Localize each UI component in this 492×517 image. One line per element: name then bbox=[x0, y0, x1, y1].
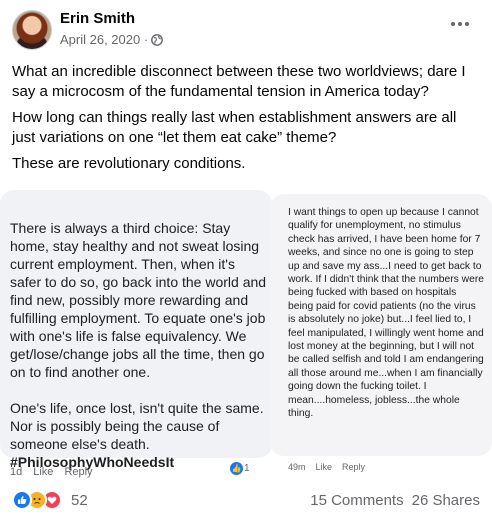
left-comment-bubble: There is always a third choice: Stay hom… bbox=[0, 190, 272, 470]
right-comment-text: I want things to open up because I canno… bbox=[288, 207, 484, 420]
left-comment-reaction-badge: 👍 1 bbox=[230, 462, 250, 475]
globe-icon bbox=[151, 33, 164, 46]
left-comment-actions: 1d Like Reply bbox=[10, 466, 93, 478]
post-paragraph-2: How long can things really last when est… bbox=[12, 109, 457, 146]
left-comment-body: There is always a third choice: Stay hom… bbox=[10, 220, 267, 452]
right-comment-like[interactable]: Like bbox=[316, 462, 333, 472]
post-date[interactable]: April 26, 2020 · bbox=[60, 32, 148, 47]
reactions-bar: 52 15 Comments 26 Shares bbox=[12, 488, 480, 512]
left-comment-like[interactable]: Like bbox=[33, 466, 53, 478]
avatar[interactable] bbox=[12, 10, 52, 50]
left-comment-time: 1d bbox=[10, 466, 23, 478]
comments-count[interactable]: 15 Comments bbox=[310, 492, 403, 509]
post-header: Erin Smith April 26, 2020 · bbox=[12, 8, 480, 52]
post-text: What an incredible disconnect between th… bbox=[12, 62, 482, 180]
post-paragraph-3: These are revolutionary conditions. bbox=[12, 155, 246, 172]
thumbs-up-icon: 👍 bbox=[230, 462, 243, 475]
reaction-count[interactable]: 52 bbox=[71, 492, 88, 509]
left-comment-reaction-count: 1 bbox=[244, 463, 250, 474]
like-reaction-icon bbox=[12, 490, 32, 510]
post-paragraph-1: What an incredible disconnect between th… bbox=[12, 63, 466, 100]
shares-count[interactable]: 26 Shares bbox=[412, 492, 480, 509]
left-comment-reply[interactable]: Reply bbox=[64, 466, 92, 478]
more-options-icon[interactable] bbox=[446, 14, 474, 34]
reaction-icons[interactable] bbox=[12, 490, 62, 510]
attached-screenshot-image[interactable]: There is always a third choice: Stay hom… bbox=[0, 180, 492, 482]
right-comment-time: 49m bbox=[288, 462, 306, 472]
right-comment-bubble: I want things to open up because I canno… bbox=[270, 194, 492, 456]
engagement-counts: 15 Comments 26 Shares bbox=[310, 492, 480, 509]
left-comment-text: There is always a third choice: Stay hom… bbox=[10, 219, 268, 471]
right-comment-reply[interactable]: Reply bbox=[342, 462, 365, 472]
author-name[interactable]: Erin Smith bbox=[60, 10, 135, 27]
right-comment-actions: 49m Like Reply bbox=[288, 462, 365, 472]
post-meta: April 26, 2020 · bbox=[60, 32, 164, 47]
